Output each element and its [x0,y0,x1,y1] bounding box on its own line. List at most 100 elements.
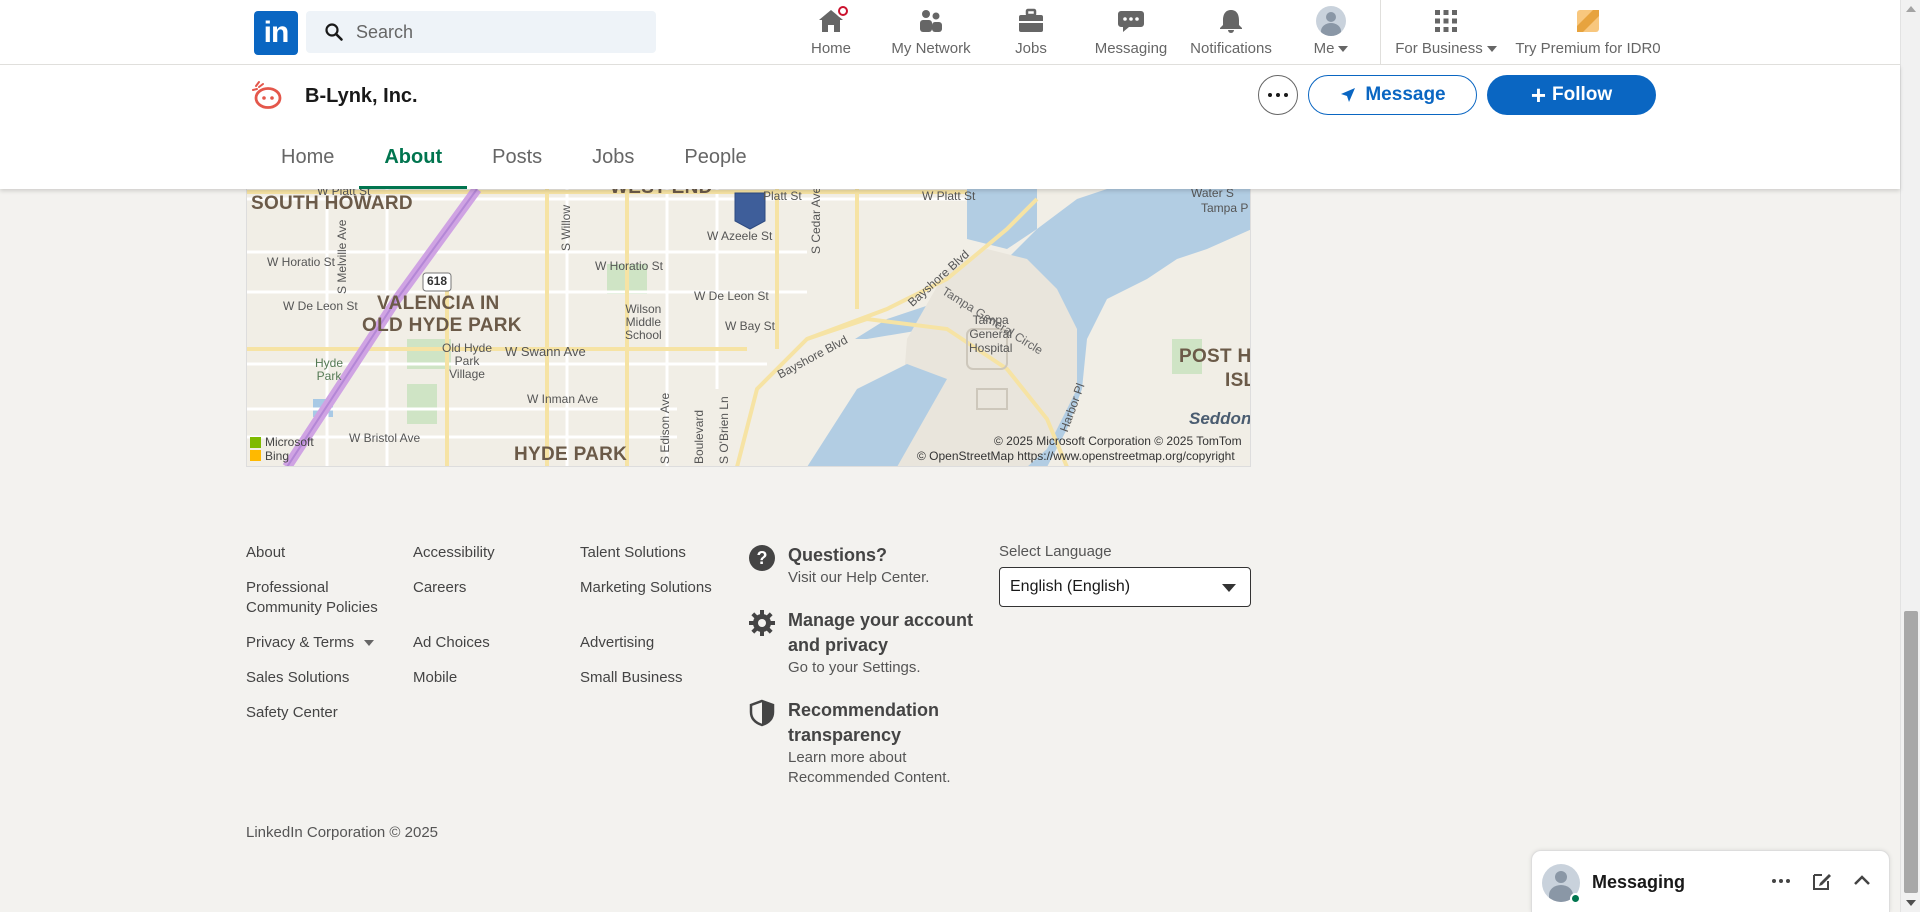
chevron-up-icon[interactable] [1850,869,1874,893]
me-avatar-wrap [1316,6,1346,36]
help-questions-sub[interactable]: Visit our Help Center. [788,568,998,588]
help-recommendation-title[interactable]: Recommendation transparency [788,698,998,748]
footer-link-mobile[interactable]: Mobile [413,668,553,688]
help-questions-title[interactable]: Questions? [788,543,998,568]
nav-notifications-label: Notifications [1190,40,1272,57]
nav-try-premium[interactable]: Try Premium for IDR0 [1514,6,1662,62]
nav-messaging-label: Messaging [1094,40,1168,57]
gear-icon [749,610,775,636]
footer-link-talent-solutions[interactable]: Talent Solutions [580,543,740,563]
follow-button-label: Follow [1552,84,1613,105]
tab-jobs[interactable]: Jobs [567,125,659,189]
nav-messaging[interactable]: Messaging [1092,6,1170,62]
footer-link-privacy-terms[interactable]: Privacy & Terms [246,633,386,653]
dot [1276,93,1280,97]
nav-my-network-label: My Network [891,40,971,57]
plus-icon: + [1530,80,1547,110]
follow-button[interactable]: + Follow [1487,75,1656,115]
footer-link-community-policies[interactable]: Professional Community Policies [246,578,386,618]
message-button[interactable]: Message [1308,75,1477,115]
footer-link-privacy-terms-label: Privacy & Terms [246,634,355,651]
copyright: LinkedIn Corporation © 2025 [246,824,439,841]
footer-link-about[interactable]: About [246,543,386,563]
help-recommendation-sub[interactable]: Learn more about Recommended Content. [788,748,998,788]
bell-icon [1216,6,1246,36]
company-name: B-Lynk, Inc. [305,85,418,107]
messaging-dock[interactable]: Messaging [1531,850,1890,912]
ellipsis-icon[interactable] [1769,869,1793,893]
linkedin-logo[interactable]: in [254,11,298,55]
footer-link-careers[interactable]: Careers [413,578,553,598]
map-label: W De Leon St [283,299,358,313]
nav-home[interactable]: Home [806,4,856,62]
chevron-down-icon [1338,46,1349,53]
tab-posts[interactable]: Posts [467,125,567,189]
scroll-up-arrow-icon[interactable] [1906,6,1916,12]
map-label: W Bay St [725,319,776,333]
send-icon [1341,88,1356,102]
map-attribution: © 2025 Microsoft Corporation © 2025 TomT… [994,434,1242,448]
nav-my-network[interactable]: My Network [888,6,974,62]
more-options-button[interactable] [1258,75,1298,115]
nav-me-label-wrap: Me [1314,40,1349,57]
briefcase-icon [1016,6,1046,36]
nav-home-label: Home [810,40,851,57]
scrollbar-thumb[interactable] [1904,611,1918,893]
nav-jobs[interactable]: Jobs [1006,6,1056,62]
compose-icon[interactable] [1810,869,1834,893]
footer-link-small-business[interactable]: Small Business [580,668,740,688]
nav-try-premium-label: Try Premium for IDR0 [1515,40,1661,57]
dot [1284,93,1288,97]
footer-link-marketing-solutions[interactable]: Marketing Solutions [580,578,740,598]
help-manage-account-sub[interactable]: Go to your Settings. [788,658,998,678]
footer-link-advertising[interactable]: Advertising [580,633,740,653]
tab-about[interactable]: About [359,125,467,189]
nav-notifications[interactable]: Notifications [1188,6,1274,62]
map-label: WEST END [610,189,713,199]
map-label: W Bristol Ave [349,431,421,445]
nav-for-business-label: For Business [1395,40,1483,57]
route-shield: 618 [427,274,448,288]
page-scrollbar[interactable] [1900,0,1920,912]
scroll-down-arrow-icon[interactable] [1906,900,1916,906]
question-icon: ? [749,545,775,571]
map-label: S Cedar Ave [809,189,823,254]
map-label: Boulevard [692,409,706,464]
help-manage-account-title[interactable]: Manage your account and privacy [788,608,998,658]
map-label: W De Leon St [694,289,769,303]
nav-me[interactable]: Me [1306,6,1356,62]
global-nav: in Home My Network Jobs Messaging Notifi… [0,0,1900,65]
footer-link-ad-choices[interactable]: Ad Choices [413,633,553,653]
avatar [1316,6,1346,36]
online-status-icon [1570,893,1581,904]
map-label: OLD HYDE PARK [362,315,522,336]
language-select[interactable]: English (English) [999,567,1251,607]
nav-for-business[interactable]: For Business [1394,6,1498,62]
location-map[interactable]: SOUTH HOWARD WEST END VALENCIA IN OLD HY… [246,189,1251,467]
footer-link-safety-center[interactable]: Safety Center [246,703,386,723]
map-label: ISL [1225,370,1250,391]
map-label: W Platt St [317,189,371,198]
footer-link-sales-solutions[interactable]: Sales Solutions [246,668,386,688]
tab-home[interactable]: Home [256,125,359,189]
chevron-down-icon [1486,46,1497,53]
map-label: W Inman Ave [527,392,599,406]
search-input[interactable] [356,21,636,43]
map-label: Tampa P [1201,201,1249,215]
footer-link-accessibility[interactable]: Accessibility [413,543,553,563]
map-attribution[interactable]: © OpenStreetMap https://www.openstreetma… [917,449,1235,463]
chat-icon [1116,6,1146,36]
search-bar[interactable] [306,11,656,53]
footer-col-2: Accessibility Careers Ad Choices Mobile [413,543,553,688]
map-label: S Edison Ave [658,392,672,464]
map-label: Seddon [1189,409,1251,428]
grid-icon [1431,6,1461,36]
logo-text: in [263,16,290,49]
tab-people[interactable]: People [659,125,771,189]
footer-col-1: About Professional Community Policies Pr… [246,543,386,723]
map-label: W Platt St [922,189,976,203]
footer-help: ? Questions? Visit our Help Center. Mana… [748,543,998,808]
nav-me-label: Me [1313,40,1335,57]
search-icon [325,23,343,41]
messaging-dock-title[interactable]: Messaging [1592,872,1685,893]
